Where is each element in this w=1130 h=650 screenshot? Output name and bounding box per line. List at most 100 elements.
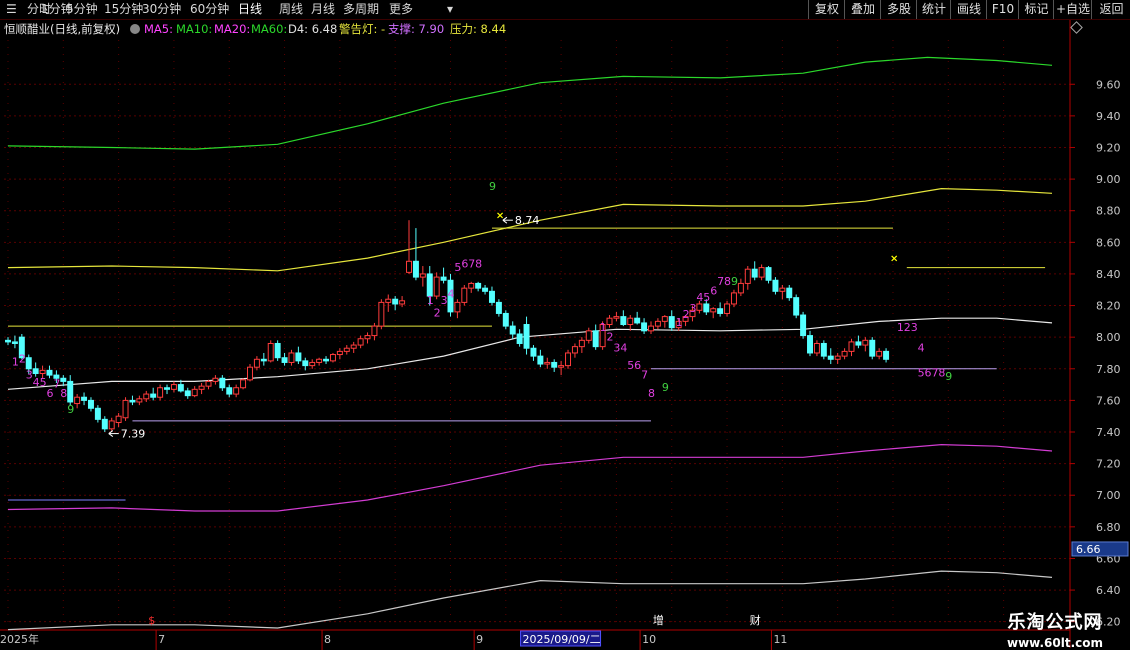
candle-body	[641, 322, 648, 332]
candle-body	[136, 398, 143, 403]
candle-body	[81, 396, 88, 401]
candle-body	[60, 377, 67, 382]
y-tick-label: 8.20	[1096, 300, 1121, 313]
countdown-label: 8	[648, 387, 655, 400]
star-marker: ×	[496, 211, 504, 222]
candle-body	[336, 350, 343, 356]
overlay-band_lower	[7, 443, 1053, 512]
candle-body	[710, 308, 717, 313]
candle-body	[779, 287, 786, 292]
candle-body	[122, 399, 129, 419]
candle-body	[399, 300, 406, 305]
candle-body	[419, 273, 426, 278]
candle-body	[820, 342, 827, 357]
candle-body	[288, 352, 295, 363]
y-tick-label: 8.40	[1096, 268, 1121, 281]
countdown-label: 1	[427, 294, 434, 307]
countdown-label: 3	[911, 321, 918, 334]
candle-body	[246, 366, 253, 381]
candle-body	[765, 267, 772, 281]
y-tick-label: 9.40	[1096, 110, 1121, 123]
candle-body	[46, 369, 53, 376]
candle-body	[371, 325, 378, 337]
candle-body	[350, 344, 357, 349]
countdown-label: 9	[731, 275, 738, 288]
candle-body	[406, 260, 412, 273]
candle-body	[565, 352, 572, 367]
countdown-label: 8	[60, 387, 67, 400]
x-tick-label: 2025年	[0, 632, 39, 646]
candle-body	[226, 387, 233, 395]
candle-body	[309, 361, 316, 367]
candle-body	[198, 385, 205, 390]
candle-body	[440, 276, 447, 281]
candle-body	[758, 267, 765, 278]
candle-body	[150, 393, 157, 398]
candle-body	[834, 355, 841, 360]
candle-body	[475, 282, 482, 289]
countdown-label: 9	[945, 370, 952, 383]
watermark: 乐淘公式网 www.60lt.com	[985, 608, 1125, 650]
price-annotation: 7.39	[121, 428, 146, 441]
candle-body	[841, 350, 848, 357]
candle-body	[648, 325, 654, 332]
event-marker: $	[148, 614, 155, 627]
y-tick-label: 9.60	[1096, 78, 1121, 91]
price-annotation: 8.74	[515, 214, 540, 227]
countdown-label: 2	[434, 307, 441, 320]
current-price-tag: 6.66	[1076, 543, 1101, 556]
y-tick-label: 7.60	[1096, 394, 1121, 407]
y-tick-label: 8.60	[1096, 236, 1121, 249]
candle-body	[87, 399, 94, 409]
candle-body	[468, 282, 475, 289]
candle-body	[302, 360, 309, 367]
overlay-band_bottom	[7, 570, 1053, 631]
countdown-label: 2	[19, 352, 26, 365]
countdown-label: 3	[689, 302, 696, 315]
candle-body	[482, 287, 489, 292]
candle-body	[143, 393, 150, 400]
x-tick-label: 9	[476, 633, 483, 646]
candle-body	[578, 339, 585, 348]
candle-body	[357, 338, 364, 346]
countdown-label: 4	[447, 288, 454, 301]
candle-body	[281, 357, 288, 363]
overlay-mid_line	[7, 317, 1053, 390]
y-tick-label: 8.80	[1096, 205, 1121, 218]
event-marker: 增	[653, 613, 664, 627]
candle-body	[668, 316, 675, 329]
x-tick-label: 10	[642, 633, 656, 646]
candle-body	[212, 377, 219, 382]
candle-body	[454, 301, 461, 313]
candle-body	[807, 335, 814, 354]
watermark-title: 乐淘公式网	[1007, 612, 1103, 633]
candle-body	[495, 301, 502, 314]
candle-body	[129, 399, 136, 403]
x-tick-label: 11	[773, 633, 787, 646]
candle-body	[800, 314, 807, 337]
candle-body	[737, 282, 744, 294]
date-highlight: 2025/09/09/二	[523, 633, 601, 646]
candle-body	[274, 342, 281, 359]
countdown-label: 9	[67, 403, 74, 416]
candle-body	[544, 361, 551, 365]
candle-body	[772, 279, 779, 292]
candle-body	[329, 354, 336, 362]
candle-body	[385, 298, 392, 303]
candle-body	[509, 325, 516, 335]
candle-body	[786, 287, 793, 299]
x-tick-label: 8	[324, 633, 331, 646]
candle-body	[5, 339, 11, 343]
candle-body	[253, 358, 260, 368]
y-tick-label: 6.80	[1096, 521, 1121, 534]
candle-body	[170, 384, 177, 390]
candle-body	[862, 339, 869, 346]
y-tick-label: 9.20	[1096, 141, 1121, 154]
candle-body	[343, 347, 350, 352]
candle-body	[606, 317, 613, 326]
candle-body	[627, 317, 634, 326]
candle-body	[433, 276, 440, 297]
candle-body	[558, 365, 565, 368]
candle-body	[205, 380, 212, 387]
candle-body	[67, 380, 74, 403]
